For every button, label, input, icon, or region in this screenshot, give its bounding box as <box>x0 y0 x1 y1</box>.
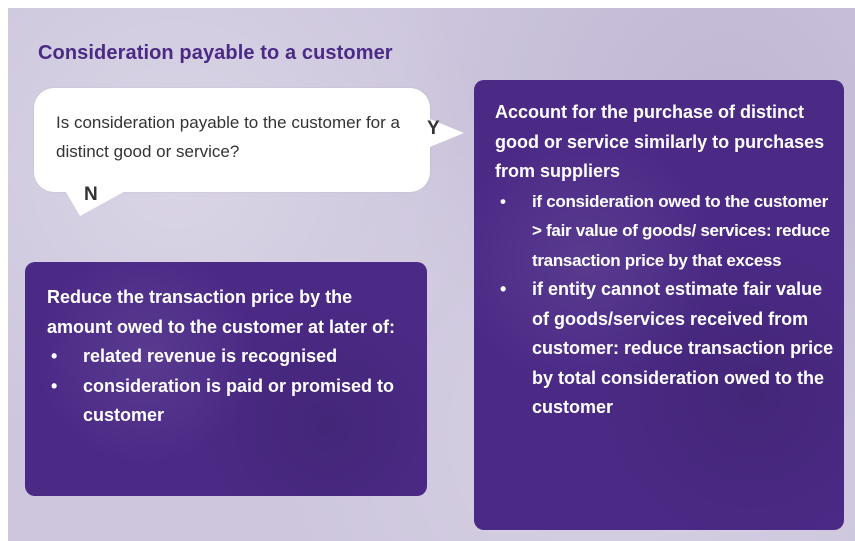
no-label: N <box>84 184 98 205</box>
yes-outcome-heading: Account for the purchase of distinct goo… <box>495 102 825 181</box>
no-outcome-box: Reduce the transaction price by the amou… <box>25 262 427 496</box>
question-bubble: Is consideration payable to the customer… <box>34 88 430 192</box>
no-arrow <box>60 182 142 216</box>
yes-outcome-list: if consideration owed to the customer > … <box>495 187 835 423</box>
diagram-title: Consideration payable to a customer <box>38 42 393 64</box>
yes-outcome-box: Account for the purchase of distinct goo… <box>474 80 844 530</box>
no-outcome-bullet: consideration is paid or promised to cus… <box>47 372 417 431</box>
yes-outcome-bullet: if consideration owed to the customer > … <box>495 187 835 276</box>
yes-label: Y <box>427 118 440 139</box>
no-outcome-bullet: related revenue is recognised <box>47 342 417 372</box>
question-text: Is consideration payable to the customer… <box>56 113 400 161</box>
no-outcome-heading: Reduce the transaction price by the amou… <box>47 287 396 337</box>
no-outcome-list: related revenue is recognised considerat… <box>47 342 417 431</box>
yes-outcome-bullet: if entity cannot estimate fair value of … <box>495 275 835 423</box>
